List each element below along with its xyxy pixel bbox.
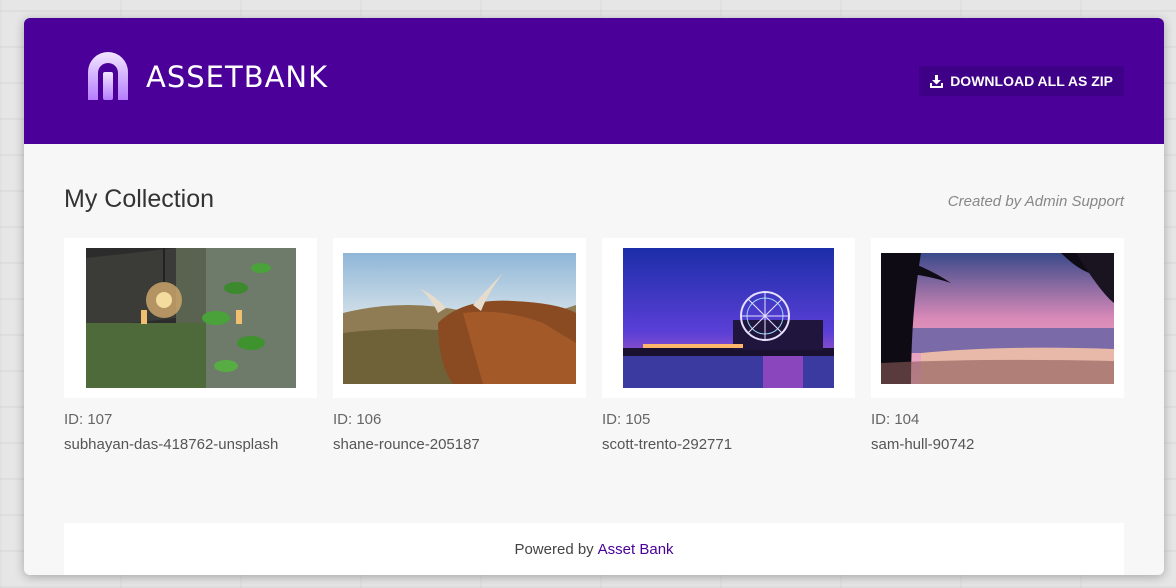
collection-header: My Collection Created by Admin Support [64, 185, 1124, 217]
asset-image [85, 248, 296, 388]
download-icon [930, 74, 944, 88]
download-all-label: DOWNLOAD ALL AS ZIP [950, 73, 1113, 89]
asset-image [623, 248, 834, 388]
asset-thumbnail[interactable] [64, 238, 317, 398]
assetbank-logo-icon [88, 52, 128, 100]
asset-image [343, 252, 576, 384]
main-content: My Collection Created by Admin Support I… [64, 144, 1124, 575]
asset-card[interactable]: ID: 106 shane-rounce-205187 [333, 238, 586, 453]
asset-card[interactable]: ID: 105 scott-trento-292771 [602, 238, 855, 453]
asset-id: ID: 107 [64, 411, 113, 428]
created-by: Created by Admin Support [947, 193, 1124, 210]
asset-bank-link[interactable]: Asset Bank [598, 541, 674, 558]
asset-thumbnail[interactable] [333, 238, 586, 398]
asset-name[interactable]: subhayan-das-418762-unsplash [64, 436, 317, 453]
asset-id: ID: 104 [871, 411, 920, 428]
collection-title: My Collection [64, 185, 215, 213]
brand-name: ASSETBANK [146, 60, 329, 94]
footer-prefix: Powered by [514, 540, 594, 558]
download-all-button[interactable]: DOWNLOAD ALL AS ZIP [919, 66, 1124, 96]
asset-card[interactable]: ID: 104 sam-hull-90742 [871, 238, 1124, 453]
asset-card[interactable]: ID: 107 subhayan-das-418762-unsplash [64, 238, 317, 453]
footer: Powered by Asset Bank [64, 523, 1124, 575]
asset-thumbnail[interactable] [871, 238, 1124, 398]
asset-name[interactable]: sam-hull-90742 [871, 436, 1124, 453]
asset-thumbnail[interactable] [602, 238, 855, 398]
asset-name[interactable]: shane-rounce-205187 [333, 436, 586, 453]
asset-name[interactable]: scott-trento-292771 [602, 436, 855, 453]
asset-id: ID: 105 [602, 411, 651, 428]
asset-id: ID: 106 [333, 411, 382, 428]
asset-grid: ID: 107 subhayan-das-418762-unsplash ID:… [64, 238, 1124, 453]
asset-image [881, 252, 1114, 384]
logo[interactable]: ASSETBANK [86, 52, 328, 102]
collection-card: ASSETBANK DOWNLOAD ALL AS ZIP My Collect… [24, 18, 1164, 575]
header-bar: ASSETBANK DOWNLOAD ALL AS ZIP [24, 18, 1164, 144]
